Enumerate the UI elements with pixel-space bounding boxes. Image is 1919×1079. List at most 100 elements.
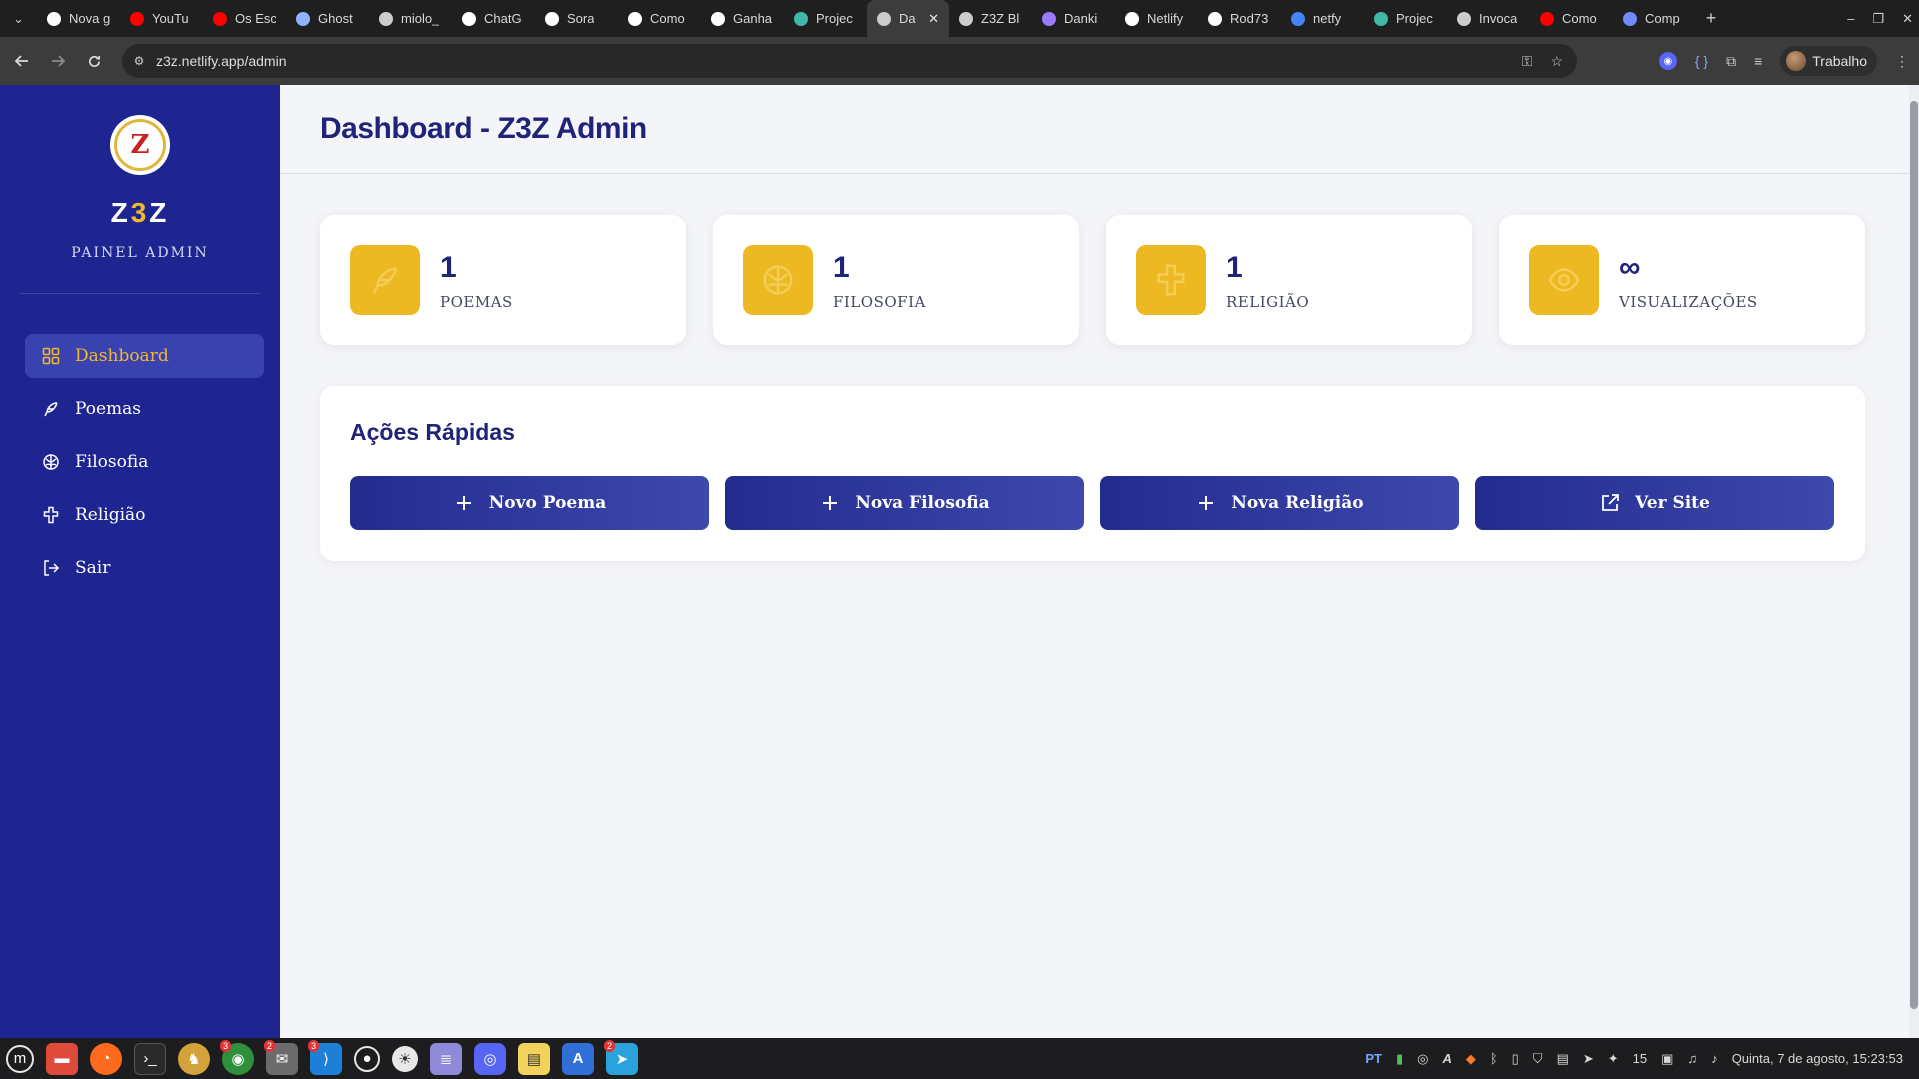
browser-tab[interactable]: Invoca — [1447, 0, 1530, 37]
reload-button[interactable] — [80, 47, 108, 75]
browser-tab[interactable]: YouTu — [120, 0, 203, 37]
browser-tab[interactable]: Projec — [1364, 0, 1447, 37]
terminal-icon[interactable]: ›_ — [134, 1042, 166, 1075]
discord-icon[interactable]: ◎ — [474, 1042, 506, 1075]
clock-datetime[interactable]: Quinta, 7 de agosto, 15:23:53 — [1732, 1051, 1903, 1066]
discord-extension-icon[interactable]: ◉ — [1658, 52, 1677, 70]
url-text[interactable]: z3z.netlify.app/admin — [156, 53, 286, 69]
close-window-icon[interactable]: ✕ — [1902, 11, 1913, 27]
firefox-icon[interactable]: ◔ — [90, 1042, 122, 1075]
notes-tray-icon[interactable]: ▤ — [1557, 1051, 1569, 1067]
browser-tab[interactable]: Danki — [1032, 0, 1115, 37]
sidebar-item-filosofia[interactable]: Filosofia — [25, 440, 264, 484]
clipboard-icon[interactable]: ▯ — [1512, 1051, 1519, 1067]
browser-tab[interactable]: Ganha — [701, 0, 784, 37]
new-poem-button[interactable]: Novo Poema — [350, 476, 709, 530]
tab-title: miolo_ — [401, 11, 440, 26]
scrollbar-thumb[interactable] — [1910, 101, 1918, 1009]
profile-button[interactable]: Trabalho — [1780, 46, 1877, 76]
quick-actions-row: Novo Poema Nova Filosofia Nova Religião … — [350, 476, 1834, 530]
browser-tab[interactable]: Z3Z Bl — [949, 0, 1032, 37]
browser-tab[interactable]: Comp — [1613, 0, 1696, 37]
tab-title: Netlify — [1147, 11, 1184, 26]
browser-tab[interactable]: Os Esc — [203, 0, 286, 37]
browser-tab[interactable]: Netlify — [1115, 0, 1198, 37]
bluetooth-icon[interactable]: ᛒ — [1490, 1051, 1498, 1066]
address-bar[interactable]: ⚙ z3z.netlify.app/admin ⚿ ☆ — [122, 44, 1577, 78]
new-tab-button[interactable]: + — [1696, 8, 1726, 29]
site-settings-icon[interactable]: ⚙ — [122, 54, 156, 68]
browser-tab[interactable]: Da ✕ — [867, 0, 949, 37]
sidebar-item-sair[interactable]: Sair — [25, 546, 264, 590]
close-tab-icon[interactable]: ✕ — [924, 11, 939, 27]
tray-box-icon[interactable]: ▣ — [1661, 1051, 1673, 1067]
forward-button[interactable] — [44, 47, 72, 75]
youtube-icon — [213, 11, 227, 26]
telegram-icon[interactable]: ➤ 2 — [604, 1039, 638, 1075]
globe-icon — [959, 11, 973, 26]
obs-icon[interactable]: ● — [354, 1045, 380, 1072]
network-icon[interactable]: ✦ — [1608, 1051, 1619, 1067]
font-tray-icon[interactable]: A — [1442, 1051, 1451, 1066]
stats-row: 1 POEMAS 1 FILOSOFIA 1 RELIGIÃO ∞ VISUAL… — [320, 215, 1865, 345]
browser-tab[interactable]: netfy — [1281, 0, 1364, 37]
flame-tray-icon[interactable]: ◆ — [1466, 1051, 1476, 1067]
browser-tab[interactable]: Projec — [784, 0, 867, 37]
grid-icon — [41, 346, 61, 366]
stat-card-filosofia: 1 FILOSOFIA — [713, 215, 1079, 345]
browser-tab[interactable]: Sora — [535, 0, 618, 37]
tab-search-button[interactable]: ⌄ — [0, 0, 37, 37]
browser-tab[interactable]: Ghost — [286, 0, 369, 37]
avatar — [1786, 51, 1807, 71]
extensions-puzzle-icon[interactable]: ⧉ — [1726, 53, 1736, 70]
media-controls-icon[interactable]: ≡ — [1754, 53, 1762, 69]
stat-label: FILOSOFIA — [833, 293, 926, 311]
music-icon[interactable]: ♪ — [1711, 1051, 1718, 1066]
send-icon[interactable]: ➤ — [1583, 1051, 1594, 1067]
browser-tab[interactable]: miolo_ — [369, 0, 452, 37]
brand-right: Z — [149, 197, 170, 228]
scrollbar[interactable] — [1909, 85, 1919, 1038]
notes-icon[interactable]: ≣ — [430, 1042, 462, 1075]
browser-tab[interactable]: Nova g — [37, 0, 120, 37]
new-philosophy-button[interactable]: Nova Filosofia — [725, 476, 1084, 530]
mail-icon[interactable]: ✉ 2 — [264, 1039, 298, 1075]
bulb-icon[interactable]: ☀ — [392, 1045, 418, 1072]
shield-icon[interactable]: ⛉ — [1533, 1051, 1543, 1067]
browser-tab[interactable]: Como — [1530, 0, 1613, 37]
youtube-icon — [1540, 11, 1554, 26]
game-icon[interactable]: ♞ — [178, 1042, 210, 1075]
browser-tab[interactable]: ChatG — [452, 0, 535, 37]
tab-title: Danki — [1064, 11, 1098, 26]
password-key-icon[interactable]: ⚿ — [1522, 53, 1533, 70]
bookmark-star-icon[interactable]: ☆ — [1550, 53, 1563, 70]
new-religion-button[interactable]: Nova Religião — [1100, 476, 1459, 530]
sidebar-item-dashboard[interactable]: Dashboard — [25, 334, 264, 378]
sidebar-item-label: Dashboard — [75, 346, 169, 366]
view-site-button[interactable]: Ver Site — [1475, 476, 1834, 530]
sidebar-item-religiao[interactable]: Religião — [25, 493, 264, 537]
vscode-icon[interactable]: ⟩ 3 — [308, 1039, 342, 1075]
back-button[interactable] — [8, 47, 36, 75]
logo: Z — [110, 115, 170, 175]
google-icon — [1291, 11, 1305, 26]
files-icon[interactable]: ▬ — [46, 1042, 78, 1075]
font-app-icon[interactable]: A — [562, 1042, 594, 1075]
minimize-icon[interactable]: – — [1847, 11, 1854, 26]
sidebar-item-poemas[interactable]: Poemas — [25, 387, 264, 431]
discord-tray-icon[interactable]: ◎ — [1417, 1051, 1428, 1067]
stat-value: 1 — [440, 251, 457, 284]
sticky-notes-icon[interactable]: ▤ — [518, 1042, 550, 1075]
battery-shield-icon[interactable]: ▮ — [1396, 1051, 1403, 1067]
stat-card-religiao: 1 RELIGIÃO — [1106, 215, 1472, 345]
maximize-icon[interactable]: ❐ — [1872, 11, 1884, 27]
browser-menu-icon[interactable]: ⋮ — [1895, 53, 1909, 70]
browser-tab[interactable]: Rod73 — [1198, 0, 1281, 37]
notification-bell-icon[interactable]: ♫ — [1687, 1051, 1697, 1066]
browser-tab[interactable]: Como — [618, 0, 701, 37]
keyboard-language[interactable]: PT — [1365, 1051, 1382, 1066]
brain-icon — [41, 452, 61, 472]
json-extension-icon[interactable]: { } — [1695, 53, 1708, 69]
start-menu-icon[interactable]: m — [6, 1044, 34, 1073]
chrome-icon[interactable]: ◉ 3 — [220, 1039, 254, 1075]
